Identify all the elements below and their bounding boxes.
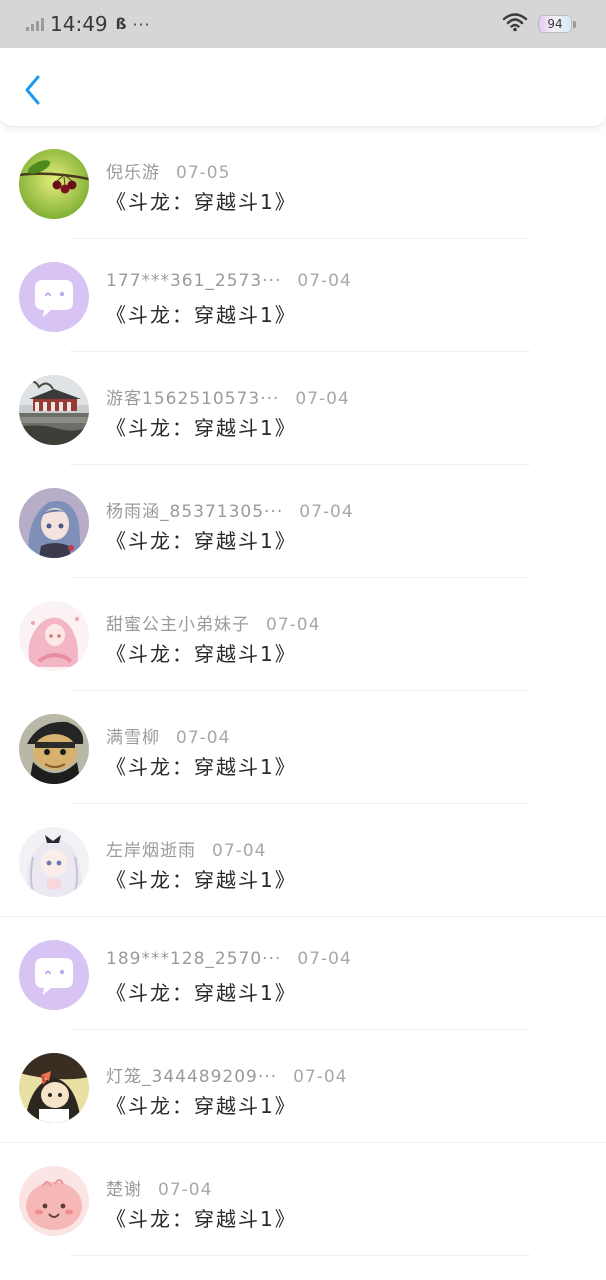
item-date: 07-04 <box>295 389 350 409</box>
cartoon-character-avatar <box>19 1053 89 1123</box>
user-name: 游客1562510573··· <box>106 389 280 409</box>
list-item[interactable]: 游客1562510573··· 07-04 《斗龙：穿越斗1》 <box>0 352 606 465</box>
list-item[interactable]: 杨雨涵_85371305··· 07-04 《斗龙：穿越斗1》 <box>0 465 606 578</box>
item-date: 07-04 <box>266 615 321 635</box>
default-chat-avatar <box>19 262 89 332</box>
item-date: 07-04 <box>293 1067 348 1087</box>
list-item-meta: 杨雨涵_85371305··· 07-04 <box>106 497 354 522</box>
more-notifications-icon: ··· <box>132 14 151 34</box>
item-date: 07-04 <box>176 728 231 748</box>
item-date: 07-05 <box>176 163 231 183</box>
list-item-meta: 左岸烟逝雨 07-04 <box>106 836 266 861</box>
list-item-meta: 灯笼_344489209··· 07-04 <box>106 1062 347 1087</box>
back-button[interactable] <box>14 70 52 110</box>
list-item[interactable]: 满雪柳 07-04 《斗龙：穿越斗1》 <box>0 691 606 804</box>
user-name: 左岸烟逝雨 <box>106 841 196 861</box>
user-name: 177***361_2573··· <box>106 271 282 291</box>
user-name: 杨雨涵_85371305··· <box>106 502 284 522</box>
item-date: 07-04 <box>158 1180 213 1200</box>
user-name: 189***128_2570··· <box>106 949 282 969</box>
battery-level: 94 <box>538 15 572 33</box>
book-title: 《斗龙：穿越斗1》 <box>106 981 297 1005</box>
user-name: 灯笼_344489209··· <box>106 1067 278 1087</box>
list-item-meta: 甜蜜公主小弟妹子 07-04 <box>106 610 320 635</box>
book-title: 《斗龙：穿越斗1》 <box>106 190 297 214</box>
book-title: 《斗龙：穿越斗1》 <box>106 755 297 779</box>
user-name: 楚谢 <box>106 1180 142 1200</box>
cherries-avatar <box>19 149 89 219</box>
list-item[interactable]: 楚谢 07-04 《斗龙：穿越斗1》 <box>0 1143 606 1256</box>
status-time: 14:49 <box>50 12 108 36</box>
list-item-meta: 满雪柳 07-04 <box>106 723 230 748</box>
item-date: 07-04 <box>297 271 352 291</box>
user-name: 甜蜜公主小弟妹子 <box>106 615 250 635</box>
book-title: 《斗龙：穿越斗1》 <box>106 303 297 327</box>
list-item-meta: 游客1562510573··· 07-04 <box>106 384 350 409</box>
divider <box>70 1255 530 1256</box>
list-item[interactable]: 甜蜜公主小弟妹子 07-04 《斗龙：穿越斗1》 <box>0 578 606 691</box>
wifi-icon <box>502 12 528 36</box>
default-chat-avatar <box>19 940 89 1010</box>
reader-list: 倪乐游 07-05 《斗龙：穿越斗1》 177***361_2573··· 07… <box>0 126 606 1256</box>
book-title: 《斗龙：穿越斗1》 <box>106 529 297 553</box>
list-item[interactable]: 灯笼_344489209··· 07-04 《斗龙：穿越斗1》 <box>0 1030 606 1143</box>
list-item[interactable]: 倪乐游 07-05 《斗龙：穿越斗1》 <box>0 126 606 239</box>
battery-icon: 94 <box>538 15 576 33</box>
header-bar <box>0 48 606 127</box>
list-item-meta: 楚谢 07-04 <box>106 1175 212 1200</box>
list-item-meta: 189***128_2570··· 07-04 <box>106 949 352 969</box>
chevron-left-icon <box>25 75 40 105</box>
anime-girl-avatar <box>19 488 89 558</box>
list-item[interactable]: 左岸烟逝雨 07-04 《斗龙：穿越斗1》 <box>0 804 606 917</box>
list-item-meta: 倪乐游 07-05 <box>106 158 230 183</box>
item-date: 07-04 <box>212 841 267 861</box>
status-bar: 14:49 ß ··· 94 <box>0 0 606 48</box>
signal-icon <box>26 17 44 31</box>
list-item-meta: 177***361_2573··· 07-04 <box>106 271 352 291</box>
white-hair-girl-avatar <box>19 827 89 897</box>
pink-blob-avatar <box>19 1166 89 1236</box>
item-date: 07-04 <box>299 502 354 522</box>
list-item[interactable]: 189***128_2570··· 07-04 《斗龙：穿越斗1》 <box>0 917 606 1030</box>
pink-anime-girl-avatar <box>19 601 89 671</box>
book-title: 《斗龙：穿越斗1》 <box>106 1094 297 1118</box>
pavilion-photo-avatar <box>19 375 89 445</box>
book-title: 《斗龙：穿越斗1》 <box>106 416 297 440</box>
book-title: 《斗龙：穿越斗1》 <box>106 642 297 666</box>
notification-icon: ß <box>115 15 127 33</box>
book-title: 《斗龙：穿越斗1》 <box>106 1207 297 1231</box>
user-name: 倪乐游 <box>106 163 160 183</box>
user-name: 满雪柳 <box>106 728 160 748</box>
list-item[interactable]: 177***361_2573··· 07-04 《斗龙：穿越斗1》 <box>0 239 606 352</box>
cartoon-man-avatar <box>19 714 89 784</box>
item-date: 07-04 <box>297 949 352 969</box>
book-title: 《斗龙：穿越斗1》 <box>106 868 297 892</box>
